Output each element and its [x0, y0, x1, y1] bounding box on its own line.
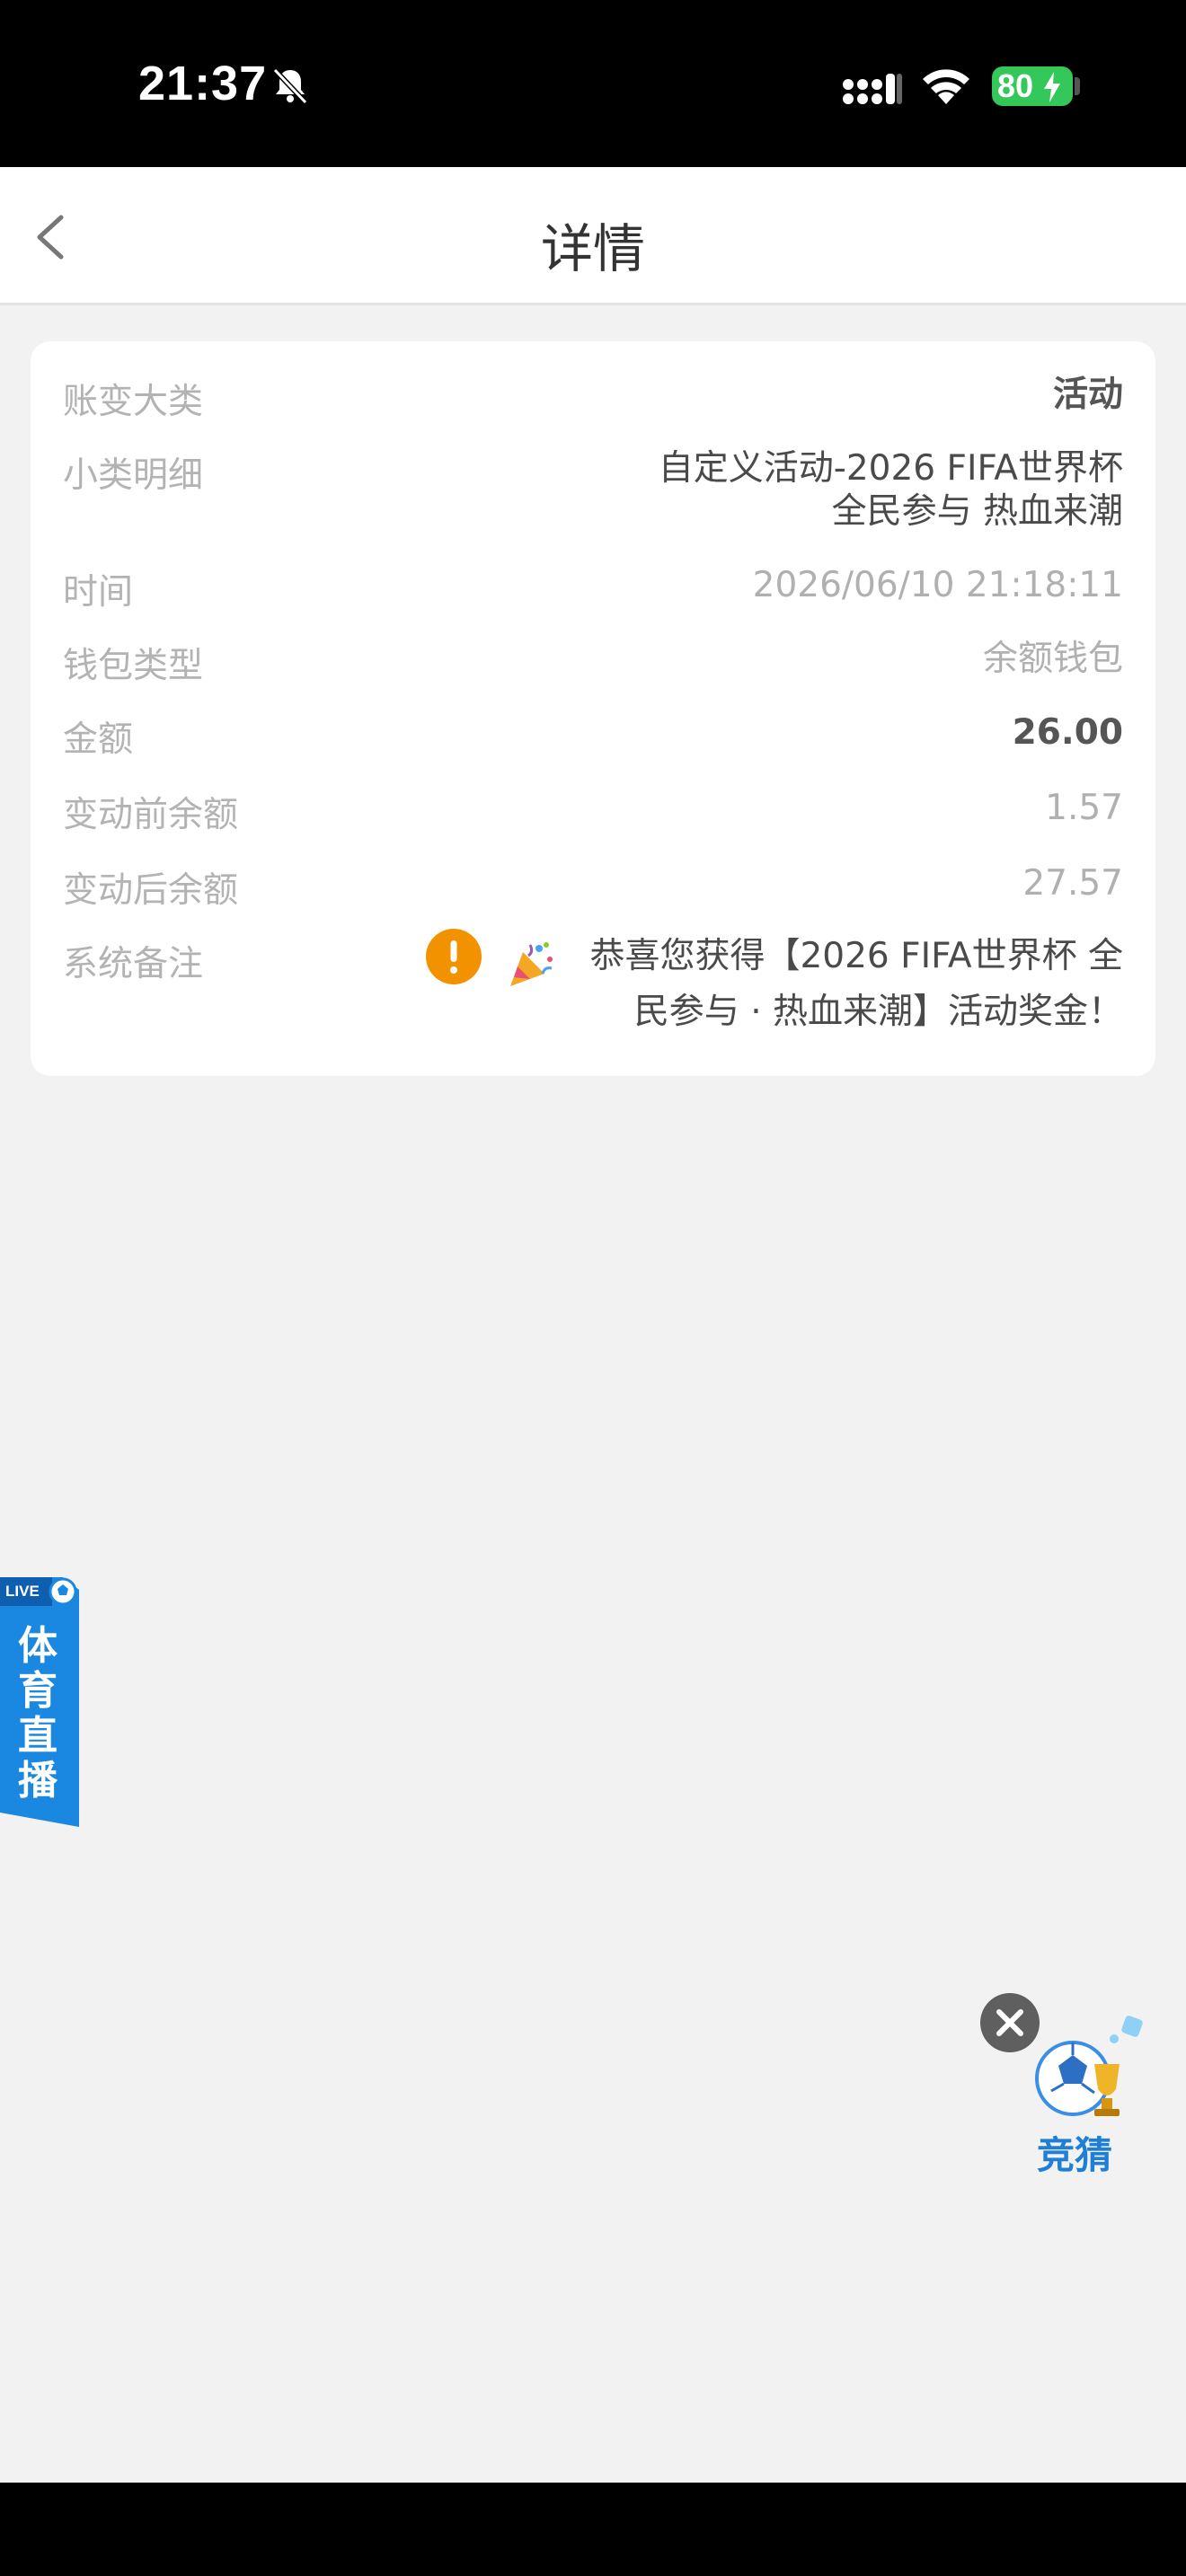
guess-widget-label: 竞猜 — [1037, 2133, 1113, 2177]
live-widget-label: 体育直播 — [18, 1623, 58, 1804]
battery-tip — [1075, 77, 1080, 95]
detail-label: 变动后余额 — [63, 870, 239, 911]
detail-label: 小类明细 — [63, 455, 204, 496]
detail-value-line: 自定义活动-2026 FIFA世界杯 — [658, 448, 1123, 489]
detail-label: 账变大类 — [63, 382, 204, 422]
warning-icon[interactable] — [426, 929, 482, 984]
page-title: 详情 — [540, 218, 645, 279]
bottom-bar — [0, 2483, 1186, 2576]
live-sports-widget[interactable]: LIVE 体育直播 — [0, 1577, 81, 1827]
status-bar: 21:37 80 — [0, 0, 1186, 167]
detail-value-line: 全民参与 热血来潮 — [831, 491, 1123, 532]
detail-value-line: 恭喜您获得【2026 FIFA世界杯 全 — [589, 936, 1123, 976]
detail-value: 恭喜您获得【2026 FIFA世界杯 全 民参与 · 热血来潮】活动奖金！ — [589, 929, 1123, 1040]
cellular-signal-icon — [843, 74, 902, 104]
detail-label: 金额 — [63, 719, 134, 760]
detail-label: 时间 — [63, 572, 134, 613]
detail-value-line: 民参与 · 热血来潮】活动奖金！ — [633, 992, 1123, 1032]
detail-value: 2026/06/10 21:18:11 — [752, 565, 1123, 605]
status-time: 21:37 — [138, 57, 268, 110]
guess-widget[interactable]: 竞猜 — [979, 1992, 1159, 2190]
detail-value: 活动 — [1052, 375, 1123, 415]
wifi-icon — [923, 69, 969, 104]
party-popper-icon — [510, 942, 553, 986]
nav-bar: 详情 — [0, 167, 1186, 305]
detail-label: 变动前余额 — [63, 795, 239, 835]
detail-label: 系统备注 — [63, 944, 204, 984]
live-badge: LIVE — [5, 1583, 40, 1600]
detail-label: 钱包类型 — [63, 646, 204, 686]
bell-off-icon — [272, 67, 308, 105]
battery-level: 80 — [997, 67, 1034, 104]
charging-bolt-icon — [1044, 72, 1060, 102]
detail-value: 自定义活动-2026 FIFA世界杯 全民参与 热血来潮 — [659, 447, 1123, 534]
detail-value: 27.57 — [1022, 863, 1123, 904]
close-button[interactable] — [979, 1992, 1040, 2053]
detail-card: 账变大类 活动 小类明细 自定义活动-2026 FIFA世界杯 全民参与 热血来… — [31, 341, 1155, 1076]
detail-value: 26.00 — [1012, 712, 1123, 753]
detail-value: 1.57 — [1045, 788, 1123, 828]
detail-value: 余额钱包 — [982, 639, 1123, 679]
